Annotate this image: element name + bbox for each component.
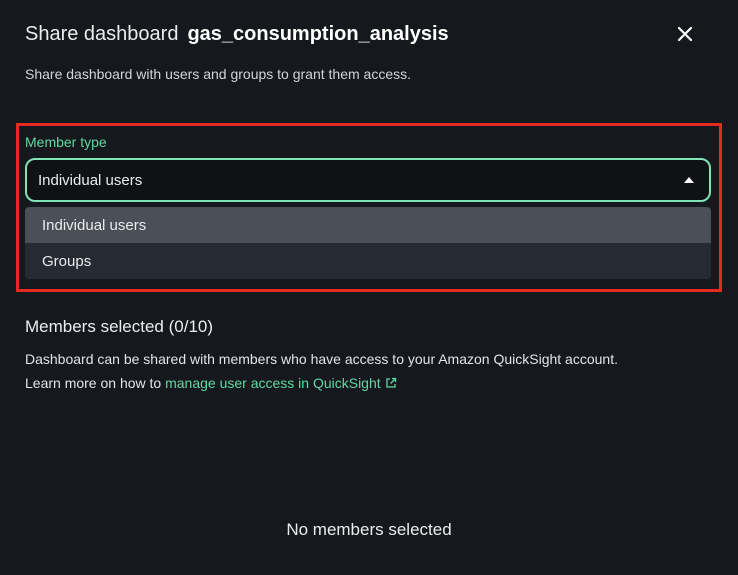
member-type-label: Member type [25,134,107,150]
dialog-subtitle: Share dashboard with users and groups to… [25,66,411,82]
dialog-title-prefix: Share dashboard [25,22,179,45]
option-individual-users[interactable]: Individual users [25,207,711,243]
caret-up-icon [684,177,694,183]
share-dashboard-dialog: Share dashboard gas_consumption_analysis… [0,0,738,575]
member-type-selected-value: Individual users [38,171,143,189]
member-type-select[interactable]: Individual users [25,158,711,202]
manage-user-access-link-text: manage user access in QuickSight [165,375,381,391]
description-line-1: Dashboard can be shared with members who… [25,351,618,367]
close-icon [677,26,693,42]
dialog-header: Share dashboard gas_consumption_analysis [25,20,713,48]
close-button[interactable] [673,20,697,48]
members-selected-heading: Members selected (0/10) [25,317,214,336]
dashboard-name: gas_consumption_analysis [187,22,449,45]
manage-user-access-link[interactable]: manage user access in QuickSight [165,375,397,391]
description-line-2-prefix: Learn more on how to [25,375,166,391]
members-description: Dashboard can be shared with members who… [25,347,725,395]
external-link-icon [386,377,396,388]
member-type-dropdown: Individual users Groups [25,207,711,279]
empty-members-message: No members selected [286,520,452,539]
option-groups[interactable]: Groups [25,243,711,279]
description-line-2: Learn more on how to manage user access … [25,371,725,395]
